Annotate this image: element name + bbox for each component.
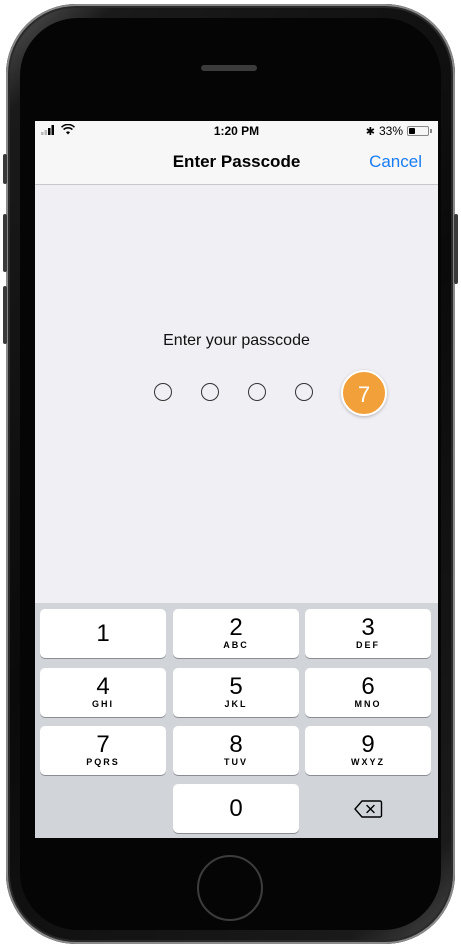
cancel-button[interactable]: Cancel bbox=[369, 152, 422, 172]
key-5[interactable]: 5 JKL bbox=[173, 668, 299, 717]
key-8[interactable]: 8 TUV bbox=[173, 726, 299, 775]
navigation-bar: Enter Passcode Cancel bbox=[35, 141, 438, 185]
passcode-dots bbox=[154, 383, 313, 401]
key-letters: WXYZ bbox=[351, 757, 385, 767]
volume-up-button bbox=[3, 214, 7, 272]
passcode-prompt: Enter your passcode bbox=[163, 332, 310, 349]
key-digit: 9 bbox=[361, 731, 375, 758]
key-letters: PQRS bbox=[86, 757, 120, 767]
key-0[interactable]: 0 bbox=[173, 784, 299, 833]
keypad-blank bbox=[40, 784, 166, 833]
power-button bbox=[454, 214, 458, 284]
key-2[interactable]: 2 ABC bbox=[173, 609, 299, 658]
key-1[interactable]: 1 bbox=[40, 609, 166, 658]
step-badge: 7 bbox=[341, 370, 387, 416]
key-digit: 0 bbox=[229, 795, 243, 822]
key-letters: JKL bbox=[224, 699, 248, 709]
key-digit: 2 bbox=[229, 614, 243, 641]
key-digit: 7 bbox=[96, 731, 110, 758]
key-6[interactable]: 6 MNO bbox=[305, 668, 431, 717]
key-3[interactable]: 3 DEF bbox=[305, 609, 431, 658]
key-digit: 8 bbox=[229, 731, 243, 758]
backspace-icon bbox=[354, 799, 383, 818]
key-9[interactable]: 9 WXYZ bbox=[305, 726, 431, 775]
screen: 1:20 PM ✱ 33% Enter Passcode Cancel Ente… bbox=[35, 121, 438, 838]
status-bar: 1:20 PM ✱ 33% bbox=[35, 121, 438, 141]
volume-down-button bbox=[3, 286, 7, 344]
passcode-dot bbox=[248, 383, 266, 401]
passcode-dot bbox=[295, 383, 313, 401]
battery-level bbox=[409, 128, 415, 134]
battery-tip bbox=[430, 129, 432, 133]
key-digit: 3 bbox=[361, 614, 375, 641]
mute-switch bbox=[3, 154, 7, 184]
key-letters: TUV bbox=[224, 757, 248, 767]
passcode-dot bbox=[201, 383, 219, 401]
key-4[interactable]: 4 GHI bbox=[40, 668, 166, 717]
key-digit: 6 bbox=[361, 673, 375, 700]
bluetooth-icon: ✱ bbox=[365, 125, 375, 138]
battery-icon bbox=[407, 126, 429, 136]
delete-key[interactable] bbox=[305, 784, 431, 833]
home-button[interactable] bbox=[197, 855, 263, 921]
passcode-dot bbox=[154, 383, 172, 401]
key-digit: 1 bbox=[96, 620, 110, 647]
key-digit: 4 bbox=[96, 673, 110, 700]
battery-percent: 33% bbox=[378, 124, 403, 138]
key-letters: GHI bbox=[91, 699, 114, 709]
key-letters: DEF bbox=[356, 640, 380, 650]
key-letters: MNO bbox=[354, 699, 382, 709]
status-right: ✱ 33% bbox=[366, 124, 432, 138]
numeric-keypad: 1 2 ABC 3 DEF 4 GHI 5 JKL 6 MNO 7 PQRS 8 TUV 9 WXYZ 0 bbox=[35, 603, 438, 838]
key-7[interactable]: 7 PQRS bbox=[40, 726, 166, 775]
key-digit: 5 bbox=[229, 673, 243, 700]
key-letters: ABC bbox=[223, 640, 249, 650]
earpiece-speaker bbox=[201, 65, 257, 71]
